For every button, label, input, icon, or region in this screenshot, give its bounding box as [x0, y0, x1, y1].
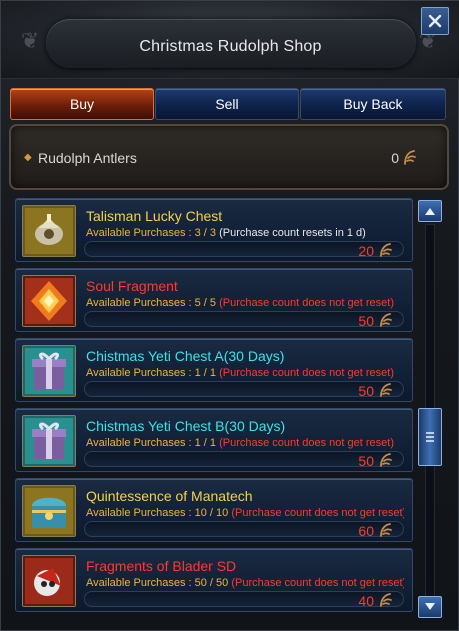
- item-price: 60: [358, 523, 374, 539]
- item-icon-frame: [22, 485, 76, 537]
- item-icon-frame: [22, 415, 76, 467]
- list-item[interactable]: Soul Fragment Available Purchases : 5 / …: [15, 268, 413, 332]
- item-name: Chistmas Yeti Chest A(30 Days): [86, 348, 285, 364]
- list-item[interactable]: Quintessence of Manatech Available Purch…: [15, 478, 413, 542]
- currency-name: Rudolph Antlers: [38, 150, 137, 166]
- item-purchase-info: Available Purchases : 3 / 3 (Purchase co…: [86, 227, 404, 239]
- purchase-count: Available Purchases : 3 / 3: [86, 227, 217, 239]
- purchase-note: (Purchase count does not get reset): [216, 437, 394, 449]
- item-name: Quintessence of Manatech: [86, 488, 253, 504]
- item-icon-frame: [22, 555, 76, 607]
- antler-icon: [380, 523, 392, 537]
- shop-window: ❦ ❦ Christmas Rudolph Shop Buy Sell Buy …: [0, 0, 459, 631]
- purchase-note: (Purchase count does not get reset): [228, 507, 404, 519]
- title-bar: ❦ ❦ Christmas Rudolph Shop: [1, 1, 459, 79]
- item-purchase-info: Available Purchases : 1 / 1 (Purchase co…: [86, 367, 404, 379]
- purchase-count: Available Purchases : 1 / 1: [86, 437, 217, 449]
- bullet-icon: ◆: [24, 152, 32, 163]
- item-icon-frame: [22, 205, 76, 257]
- tab-sell[interactable]: Sell: [155, 88, 299, 120]
- scrollbar[interactable]: [417, 198, 443, 624]
- purchase-count: Available Purchases : 10 / 10: [86, 507, 229, 519]
- item-price: 20: [358, 243, 374, 259]
- antler-icon: [404, 150, 416, 165]
- currency-panel: ◆ Rudolph Antlers 0: [9, 124, 449, 190]
- item-name: Talisman Lucky Chest: [86, 208, 223, 224]
- purchase-note: (Purchase count does not get reset): [216, 297, 394, 309]
- item-list: Talisman Lucky Chest Available Purchases…: [15, 198, 413, 624]
- purchase-count: Available Purchases : 50 / 50: [86, 577, 229, 589]
- price-bar: 60: [84, 521, 404, 539]
- treasure-chest-icon: [23, 486, 75, 536]
- talisman-chest-icon: [23, 206, 75, 256]
- item-name: Soul Fragment: [86, 278, 178, 294]
- antler-icon: [380, 383, 392, 397]
- price-bar: 50: [84, 311, 404, 329]
- scroll-up-button[interactable]: [418, 200, 442, 222]
- purchase-count: Available Purchases : 1 / 1: [86, 367, 217, 379]
- item-price: 50: [358, 313, 374, 329]
- currency-count: 0: [391, 150, 399, 166]
- close-icon: [428, 14, 442, 28]
- arrow-down-icon: [425, 603, 435, 610]
- blader-fragment-icon: [23, 556, 75, 606]
- price-bar: 50: [84, 381, 404, 399]
- soul-fragment-icon: [23, 276, 75, 326]
- list-item[interactable]: Fragments of Blader SD Available Purchas…: [15, 548, 413, 612]
- tab-buy-back[interactable]: Buy Back: [300, 88, 446, 120]
- price-bar: 40: [84, 591, 404, 609]
- item-name: Fragments of Blader SD: [86, 558, 237, 574]
- gift-box-icon: [23, 416, 75, 466]
- purchase-note: (Purchase count resets in 1 d): [216, 227, 366, 239]
- antler-icon: [380, 313, 392, 327]
- purchase-note: (Purchase count does not get reset): [228, 577, 404, 589]
- list-item[interactable]: Talisman Lucky Chest Available Purchases…: [15, 198, 413, 262]
- item-purchase-info: Available Purchases : 10 / 10 (Purchase …: [86, 507, 404, 519]
- arrow-up-icon: [425, 208, 435, 215]
- price-bar: 50: [84, 451, 404, 469]
- gift-box-icon: [23, 346, 75, 396]
- item-icon-frame: [22, 345, 76, 397]
- item-price: 50: [358, 453, 374, 469]
- item-purchase-info: Available Purchases : 50 / 50 (Purchase …: [86, 577, 404, 589]
- list-item[interactable]: Chistmas Yeti Chest B(30 Days) Available…: [15, 408, 413, 472]
- item-purchase-info: Available Purchases : 5 / 5 (Purchase co…: [86, 297, 404, 309]
- window-title: Christmas Rudolph Shop: [139, 38, 322, 55]
- antler-icon: [380, 593, 392, 607]
- scroll-thumb[interactable]: [418, 408, 442, 466]
- grip-lines-icon: [426, 432, 434, 442]
- antler-icon: [380, 453, 392, 467]
- item-purchase-info: Available Purchases : 1 / 1 (Purchase co…: [86, 437, 404, 449]
- purchase-note: (Purchase count does not get reset): [216, 367, 394, 379]
- item-price: 50: [358, 383, 374, 399]
- price-bar: 20: [84, 241, 404, 259]
- item-name: Chistmas Yeti Chest B(30 Days): [86, 418, 286, 434]
- antler-icon: [380, 243, 392, 257]
- tab-buy[interactable]: Buy: [10, 88, 154, 120]
- item-price: 40: [358, 593, 374, 609]
- list-item[interactable]: Chistmas Yeti Chest A(30 Days) Available…: [15, 338, 413, 402]
- purchase-count: Available Purchases : 5 / 5: [86, 297, 217, 309]
- item-icon-frame: [22, 275, 76, 327]
- scroll-down-button[interactable]: [418, 596, 442, 618]
- close-button[interactable]: [421, 7, 449, 35]
